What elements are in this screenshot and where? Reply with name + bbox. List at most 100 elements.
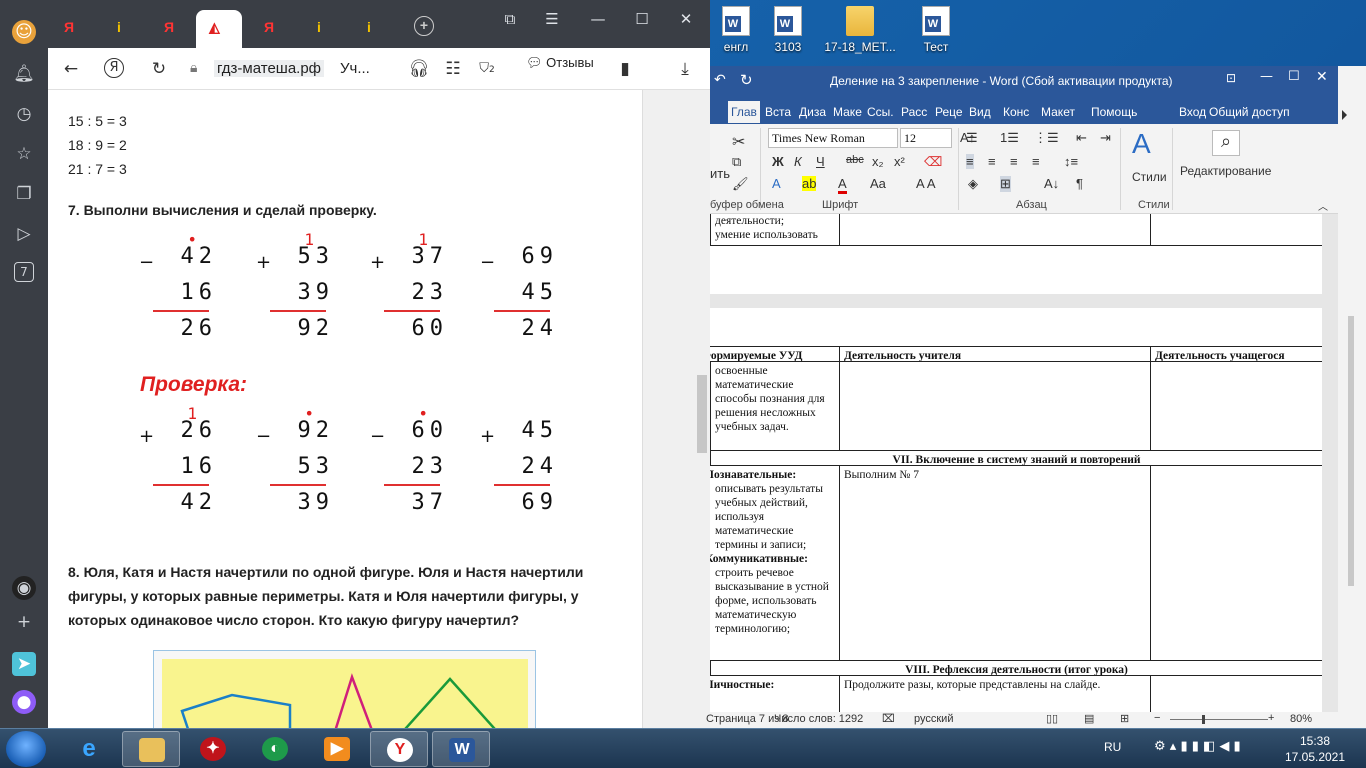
format-painter-icon[interactable]: 🖌︎ — [732, 176, 749, 192]
increase-indent-icon[interactable]: ⇥ — [1100, 130, 1111, 146]
profile-avatar-icon[interactable]: ☺ — [12, 20, 36, 44]
zoom-in-icon[interactable]: + — [1268, 712, 1274, 724]
clear-format-icon[interactable]: ⌫ — [924, 154, 942, 170]
font-size-select[interactable]: 12 — [900, 128, 952, 148]
url-field[interactable]: 🔒︎ гдз-матеша.рф Уч... — [188, 54, 438, 84]
tab-yandex-1[interactable]: Я — [58, 16, 80, 38]
subscript-button[interactable]: x₂ — [872, 154, 884, 169]
collections-icon[interactable]: ❐ — [12, 182, 36, 206]
desktop-icon-3103[interactable]: 3103 — [752, 4, 824, 60]
zoom-out-icon[interactable]: − — [1154, 712, 1160, 724]
word-close-button[interactable]: ✕ — [1316, 69, 1328, 85]
align-right-button[interactable]: ≡ — [1010, 154, 1018, 169]
messenger-icon[interactable]: ➤ — [12, 652, 36, 676]
ribbon-tab[interactable]: Ссы. — [864, 101, 897, 123]
bookmarks-star-icon[interactable]: ☆ — [12, 142, 36, 166]
maximize-button[interactable]: ☐ — [630, 10, 654, 28]
word-count[interactable]: Число слов: 1292 — [774, 713, 863, 725]
pilcrow-icon[interactable]: ¶ — [1076, 176, 1083, 191]
styles-button[interactable]: Стили — [1132, 170, 1167, 184]
alice-icon[interactable]: ◉ — [12, 576, 36, 600]
taskbar-yandex-browser[interactable]: Y — [370, 731, 428, 767]
language-status[interactable]: русский — [914, 713, 953, 725]
copy-icon[interactable]: ⧉ — [732, 154, 741, 170]
taskbar-app-4[interactable]: ◐ — [246, 731, 304, 767]
tab-info-1[interactable]: i — [108, 16, 130, 38]
headphones-icon[interactable]: 🎧︎ — [408, 58, 430, 80]
help-search[interactable]: Помощь — [1088, 101, 1140, 123]
paste-label[interactable]: ить — [710, 166, 730, 181]
tray-icons[interactable]: ⚙ ▴ ▮ ▮ ◧ ◀ ▮ — [1154, 739, 1241, 754]
ribbon-tab[interactable]: Расс — [898, 101, 930, 123]
line-spacing-icon[interactable]: ↕≡ — [1064, 154, 1078, 169]
decrease-indent-icon[interactable]: ⇤ — [1076, 130, 1087, 146]
superscript-button[interactable]: x² — [894, 154, 905, 169]
history-clock-icon[interactable]: ◷ — [12, 102, 36, 126]
taskbar-ie[interactable]: e — [60, 731, 118, 767]
word-vertical-scrollbar[interactable] — [1338, 66, 1366, 728]
taskbar-media[interactable]: ▶ — [308, 731, 366, 767]
taskbar-app-3[interactable]: ✦ — [184, 731, 242, 767]
font-color-button[interactable]: A — [838, 176, 847, 194]
sidebar-badge-7[interactable]: 7 — [14, 262, 34, 282]
numbering-icon[interactable]: 1☰ — [1000, 130, 1019, 146]
underline-button[interactable]: Ч — [816, 154, 825, 169]
editing-button[interactable]: Редактирование — [1180, 164, 1271, 178]
tab-yandex-2[interactable]: Я — [158, 16, 180, 38]
ribbon-tab[interactable]: Вид — [966, 101, 994, 123]
menu-icon[interactable]: ☰ — [540, 10, 564, 28]
start-button[interactable] — [6, 731, 46, 767]
italic-button[interactable]: К — [794, 154, 802, 169]
protect-badge-icon[interactable]: ⛉2 — [476, 58, 498, 80]
redo-icon[interactable]: ↻ — [740, 71, 753, 89]
strikethrough-button[interactable]: abc — [846, 154, 864, 166]
desktop-icon-folder[interactable]: 17-18_МЕТ... — [824, 4, 896, 60]
back-arrow-icon[interactable]: ← — [60, 58, 82, 80]
download-icon[interactable]: ⤓ — [674, 58, 696, 80]
ribbon-scroll-right-icon[interactable] — [1342, 110, 1347, 120]
ribbon-tab[interactable]: Вста — [762, 101, 794, 123]
ribbon-display-icon[interactable]: ⊡ — [1226, 71, 1236, 85]
tab-yandex-3[interactable]: Я — [258, 16, 280, 38]
taskbar-explorer[interactable] — [122, 731, 180, 767]
grow-shrink-icon[interactable]: A A — [916, 176, 936, 191]
taskbar-word[interactable]: W — [432, 731, 490, 767]
bullets-icon[interactable]: ☰ — [966, 130, 978, 146]
notifications-bell-icon[interactable]: 🔔︎ — [12, 62, 36, 86]
cut-icon[interactable]: ✂ — [732, 132, 745, 152]
read-mode-icon[interactable]: ▯▯ — [1046, 712, 1058, 725]
ribbon-tab[interactable]: Макет — [1038, 101, 1078, 123]
page-scrollbar[interactable] — [642, 90, 710, 728]
justify-button[interactable]: ≡ — [1032, 154, 1040, 169]
borders-icon[interactable]: ⊞ — [1000, 176, 1011, 192]
proofing-icon[interactable]: ⌧ — [882, 712, 895, 725]
bold-button[interactable]: Ж — [772, 154, 784, 169]
reader-mode-icon[interactable]: ☷ — [442, 58, 464, 80]
tab-info-3[interactable]: i — [358, 16, 380, 38]
close-button[interactable]: ✕ — [674, 10, 698, 28]
zoom-slider[interactable] — [1170, 719, 1268, 720]
reviews-button[interactable]: 💬︎ Отзывы — [526, 55, 594, 71]
scroll-thumb[interactable] — [1348, 316, 1354, 586]
bookmark-icon[interactable]: ▮ — [614, 58, 636, 80]
styles-gallery-icon[interactable]: A — [1132, 128, 1151, 160]
clock[interactable]: 15:38 17.05.2021 — [1280, 733, 1350, 765]
text-effects-button[interactable]: A — [772, 176, 781, 191]
tab-active[interactable]: ◭ — [196, 10, 242, 48]
language-indicator[interactable]: RU — [1104, 740, 1121, 754]
new-tab-button[interactable]: + — [414, 16, 434, 36]
ribbon-tab[interactable]: Маке — [830, 101, 865, 123]
yandex-logo-icon[interactable]: Я — [104, 58, 124, 78]
highlight-button[interactable]: ab — [802, 176, 817, 191]
tab-manager-icon[interactable]: ⧉ — [498, 10, 522, 28]
zoom-slider-thumb[interactable] — [1202, 715, 1205, 724]
align-center-button[interactable]: ≡ — [988, 154, 996, 169]
word-maximize-button[interactable]: ☐ — [1288, 69, 1300, 84]
ribbon-tab[interactable]: Конс — [1000, 101, 1032, 123]
font-name-select[interactable]: Times New Roman — [768, 128, 898, 148]
ribbon-tab[interactable]: Реце — [932, 101, 966, 123]
share-button[interactable]: Общий доступ — [1206, 101, 1293, 123]
print-layout-icon[interactable]: ▤ — [1084, 712, 1094, 725]
document-page[interactable]: деятельности; умение использовать Формиру… — [710, 214, 1322, 712]
web-layout-icon[interactable]: ⊞ — [1120, 712, 1129, 725]
